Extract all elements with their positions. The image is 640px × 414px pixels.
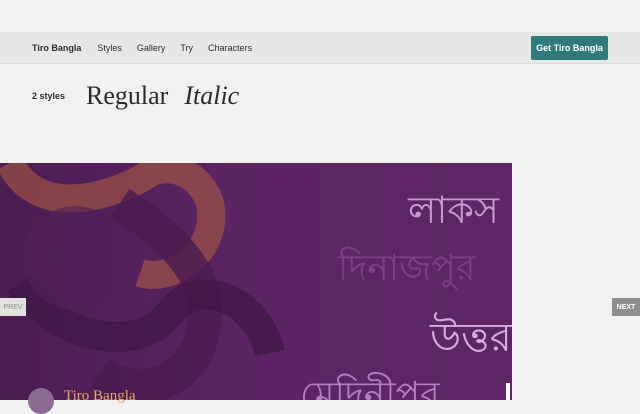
style-regular-link[interactable]: Regular (86, 81, 168, 111)
sample-word-1: লাকস (408, 188, 500, 232)
styles-count: 2 styles (32, 91, 66, 101)
decorative-stripe (506, 383, 510, 400)
top-spacer (0, 0, 640, 32)
gallery-hero-image: লাকস দিনাজপুর উত্তর মেদিনীপুর (0, 163, 512, 400)
styles-row: 2 styles Regular Italic (32, 80, 255, 112)
next-button[interactable]: NEXT (612, 298, 640, 316)
get-font-button[interactable]: Get Tiro Bangla (531, 36, 608, 60)
hero-caption: Tiro Bangla (64, 388, 136, 404)
nav-links: Tiro Bangla Styles Gallery Try Character… (32, 32, 267, 63)
sample-word-3: উত্তর (430, 315, 512, 361)
brand-link[interactable]: Tiro Bangla (32, 43, 81, 53)
caption-avatar (28, 388, 54, 414)
nav-link-gallery[interactable]: Gallery (137, 43, 166, 53)
sample-word-2: দিনাজপুর (338, 248, 476, 289)
sample-word-4: মেদিনীপুর (300, 375, 440, 400)
style-italic-link[interactable]: Italic (184, 81, 239, 111)
prev-button[interactable]: PREV (0, 298, 26, 316)
nav-link-try[interactable]: Try (180, 43, 193, 53)
nav-link-characters[interactable]: Characters (208, 43, 252, 53)
nav-link-styles[interactable]: Styles (97, 43, 122, 53)
